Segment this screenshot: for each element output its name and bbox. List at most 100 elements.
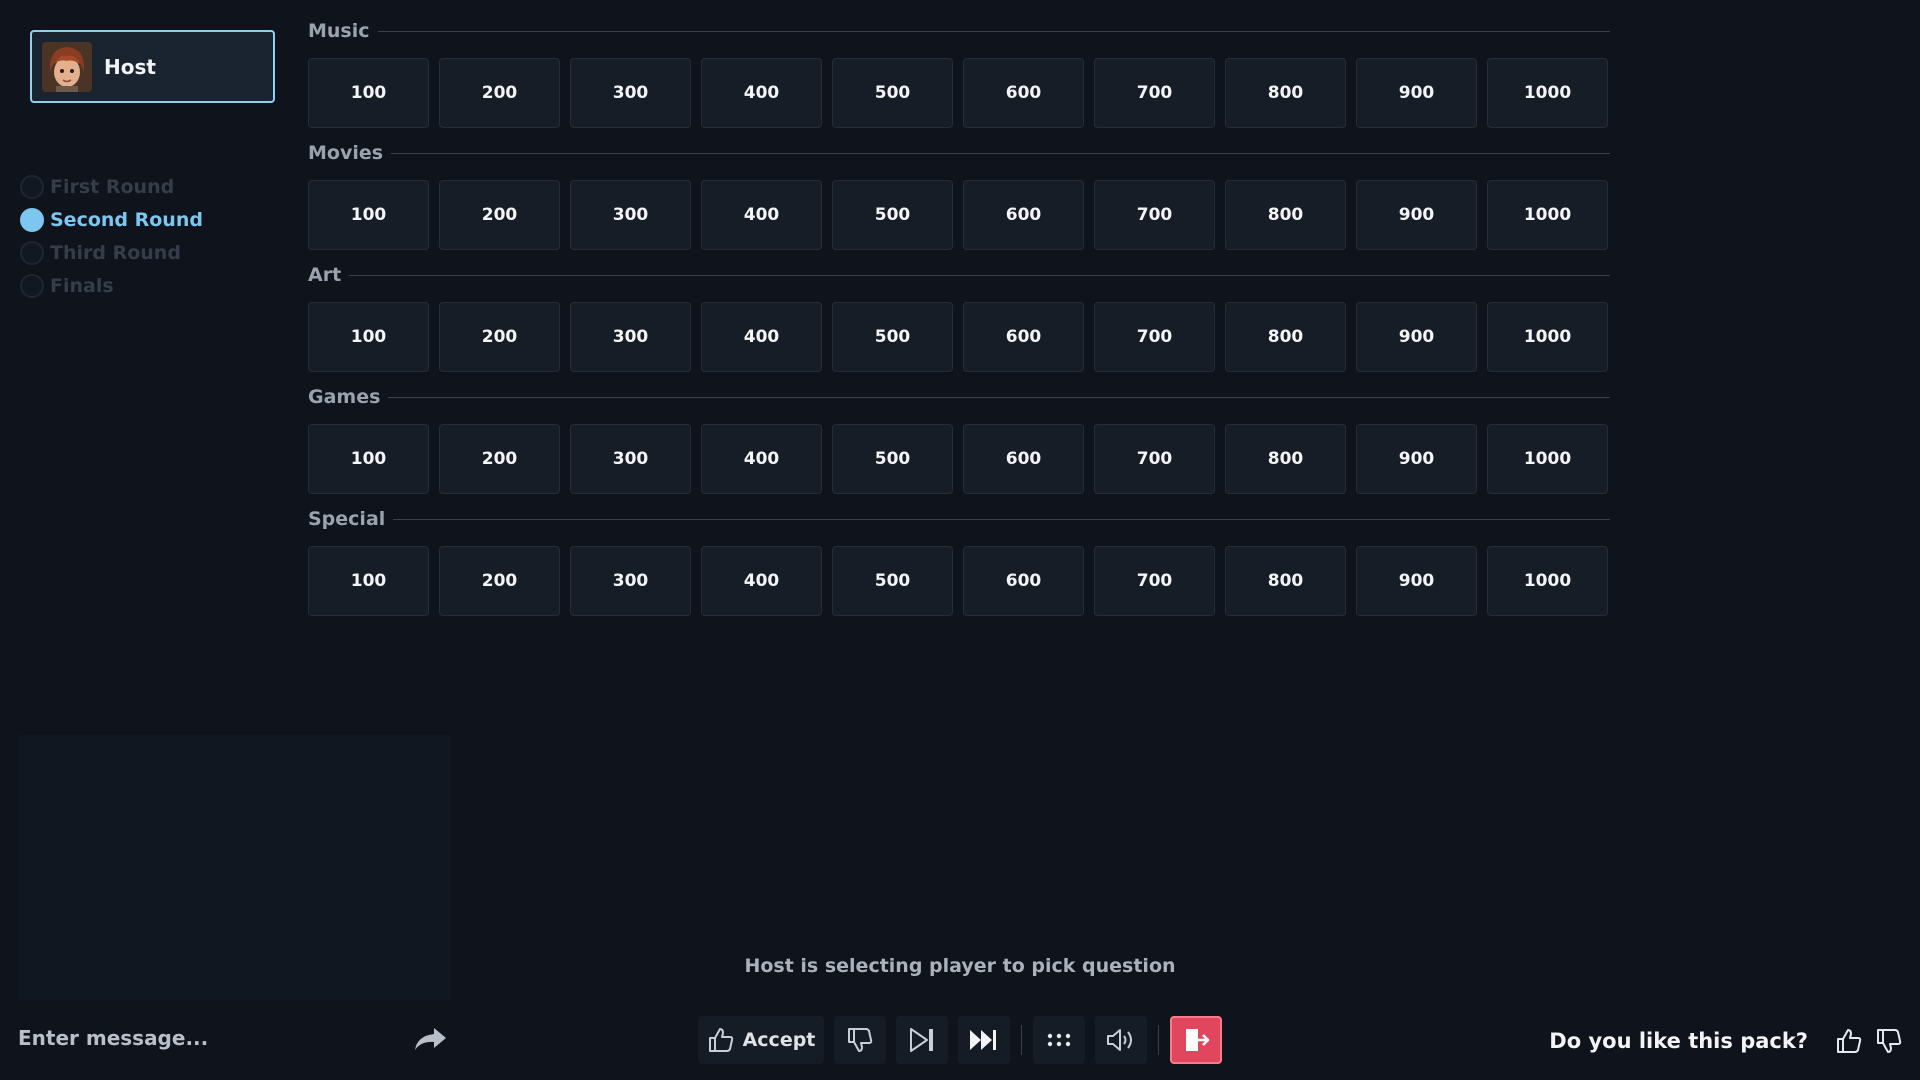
round-label: Finals xyxy=(50,274,114,297)
question-cell[interactable]: 900 xyxy=(1356,424,1477,494)
question-cell[interactable]: 1000 xyxy=(1487,424,1608,494)
message-input[interactable] xyxy=(18,1018,398,1058)
question-cell[interactable]: 200 xyxy=(439,424,560,494)
category-header: Special xyxy=(308,506,1610,532)
thumbs-down-icon xyxy=(1877,1029,1902,1053)
accept-button[interactable]: Accept xyxy=(698,1016,824,1064)
question-cell[interactable]: 800 xyxy=(1225,58,1346,128)
category-title: Music xyxy=(308,20,370,42)
question-cell[interactable]: 900 xyxy=(1356,180,1477,250)
round-radio[interactable] xyxy=(20,240,44,265)
question-cell[interactable]: 1000 xyxy=(1487,546,1608,616)
question-cell[interactable]: 300 xyxy=(570,180,691,250)
question-cell[interactable]: 400 xyxy=(701,424,822,494)
exit-button[interactable] xyxy=(1170,1016,1222,1064)
question-cell[interactable]: 400 xyxy=(701,546,822,616)
question-cell[interactable]: 100 xyxy=(308,180,429,250)
question-cell[interactable]: 100 xyxy=(308,58,429,128)
question-cell[interactable]: 500 xyxy=(832,58,953,128)
question-cell[interactable]: 800 xyxy=(1225,424,1346,494)
dislike-pack-button[interactable] xyxy=(1872,1024,1906,1058)
question-cell[interactable]: 800 xyxy=(1225,302,1346,372)
host-controls: Accept xyxy=(698,1016,1222,1064)
question-cell[interactable]: 200 xyxy=(439,180,560,250)
question-cell[interactable]: 1000 xyxy=(1487,180,1608,250)
question-cell[interactable]: 300 xyxy=(570,546,691,616)
question-cell[interactable]: 600 xyxy=(963,180,1084,250)
question-cell[interactable]: 400 xyxy=(701,180,822,250)
question-cell[interactable]: 200 xyxy=(439,302,560,372)
question-cell[interactable]: 900 xyxy=(1356,546,1477,616)
round-item-second[interactable]: Second Round xyxy=(20,203,203,236)
rounds-list: First Round Second Round Third Round Fin… xyxy=(20,170,203,302)
question-cell[interactable]: 300 xyxy=(570,302,691,372)
round-radio[interactable] xyxy=(20,273,44,298)
question-cell[interactable]: 900 xyxy=(1356,58,1477,128)
round-item-third[interactable]: Third Round xyxy=(20,236,203,269)
question-cell[interactable]: 400 xyxy=(701,302,822,372)
question-cell[interactable]: 300 xyxy=(570,424,691,494)
question-cell[interactable]: 200 xyxy=(439,546,560,616)
dots-grid-icon xyxy=(1047,1033,1071,1047)
round-item-first[interactable]: First Round xyxy=(20,170,203,203)
exit-door-icon xyxy=(1186,1029,1210,1051)
reject-button[interactable] xyxy=(834,1016,886,1064)
question-cell[interactable]: 900 xyxy=(1356,302,1477,372)
menu-button[interactable] xyxy=(1033,1016,1085,1064)
round-label: Third Round xyxy=(50,241,181,264)
category-title: Movies xyxy=(308,142,384,164)
question-cell[interactable]: 600 xyxy=(963,424,1084,494)
host-name: Host xyxy=(104,54,156,79)
category-header: Movies xyxy=(308,140,1610,166)
question-cell[interactable]: 700 xyxy=(1094,180,1215,250)
skip-button[interactable] xyxy=(896,1016,948,1064)
pack-rating: Do you like this pack? xyxy=(1549,1024,1906,1058)
question-cell[interactable]: 500 xyxy=(832,424,953,494)
host-avatar xyxy=(42,41,92,92)
question-cell[interactable]: 400 xyxy=(701,58,822,128)
thumbs-up-icon xyxy=(1837,1029,1862,1053)
question-cell[interactable]: 700 xyxy=(1094,546,1215,616)
category-title: Art xyxy=(308,264,342,286)
question-cell[interactable]: 800 xyxy=(1225,546,1346,616)
fast-forward-button[interactable] xyxy=(958,1016,1010,1064)
question-cell[interactable]: 1000 xyxy=(1487,58,1608,128)
round-item-finals[interactable]: Finals xyxy=(20,269,203,302)
round-radio[interactable] xyxy=(20,174,44,199)
send-button[interactable] xyxy=(410,1022,450,1056)
separator xyxy=(1158,1025,1159,1055)
question-cells: 100 200 300 400 500 600 700 800 900 1000 xyxy=(308,546,1610,616)
question-cell[interactable]: 800 xyxy=(1225,180,1346,250)
question-cell[interactable]: 600 xyxy=(963,546,1084,616)
sound-button[interactable] xyxy=(1095,1016,1147,1064)
question-cell[interactable]: 100 xyxy=(308,546,429,616)
question-cell[interactable]: 500 xyxy=(832,302,953,372)
question-cell[interactable]: 500 xyxy=(832,180,953,250)
question-cell[interactable]: 600 xyxy=(963,302,1084,372)
category-header: Music xyxy=(308,18,1610,44)
question-cell[interactable]: 700 xyxy=(1094,424,1215,494)
thumbs-down-icon xyxy=(848,1028,873,1052)
question-cells: 100 200 300 400 500 600 700 800 900 1000 xyxy=(308,58,1610,128)
question-cell[interactable]: 500 xyxy=(832,546,953,616)
question-cells: 100 200 300 400 500 600 700 800 900 1000 xyxy=(308,180,1610,250)
question-cell[interactable]: 300 xyxy=(570,58,691,128)
category-row: Special 100 200 300 400 500 600 700 800 900 1000 xyxy=(308,506,1610,628)
like-pack-button[interactable] xyxy=(1832,1024,1866,1058)
category-divider xyxy=(393,518,1610,520)
category-row: Art 100 200 300 400 500 600 700 800 900 1000 xyxy=(308,262,1610,384)
question-cell[interactable]: 100 xyxy=(308,302,429,372)
question-cell[interactable]: 1000 xyxy=(1487,302,1608,372)
rating-question: Do you like this pack? xyxy=(1549,1029,1808,1053)
round-radio[interactable] xyxy=(20,207,44,232)
skip-next-icon xyxy=(910,1028,933,1052)
question-cell[interactable]: 700 xyxy=(1094,302,1215,372)
question-cell[interactable]: 700 xyxy=(1094,58,1215,128)
status-bar: Host is selecting player to pick questio… xyxy=(0,955,1920,977)
question-cell[interactable]: 600 xyxy=(963,58,1084,128)
question-cell[interactable]: 100 xyxy=(308,424,429,494)
question-cell[interactable]: 200 xyxy=(439,58,560,128)
speaker-icon xyxy=(1107,1029,1132,1051)
host-card[interactable]: Host xyxy=(30,30,275,103)
category-title: Games xyxy=(308,386,381,408)
